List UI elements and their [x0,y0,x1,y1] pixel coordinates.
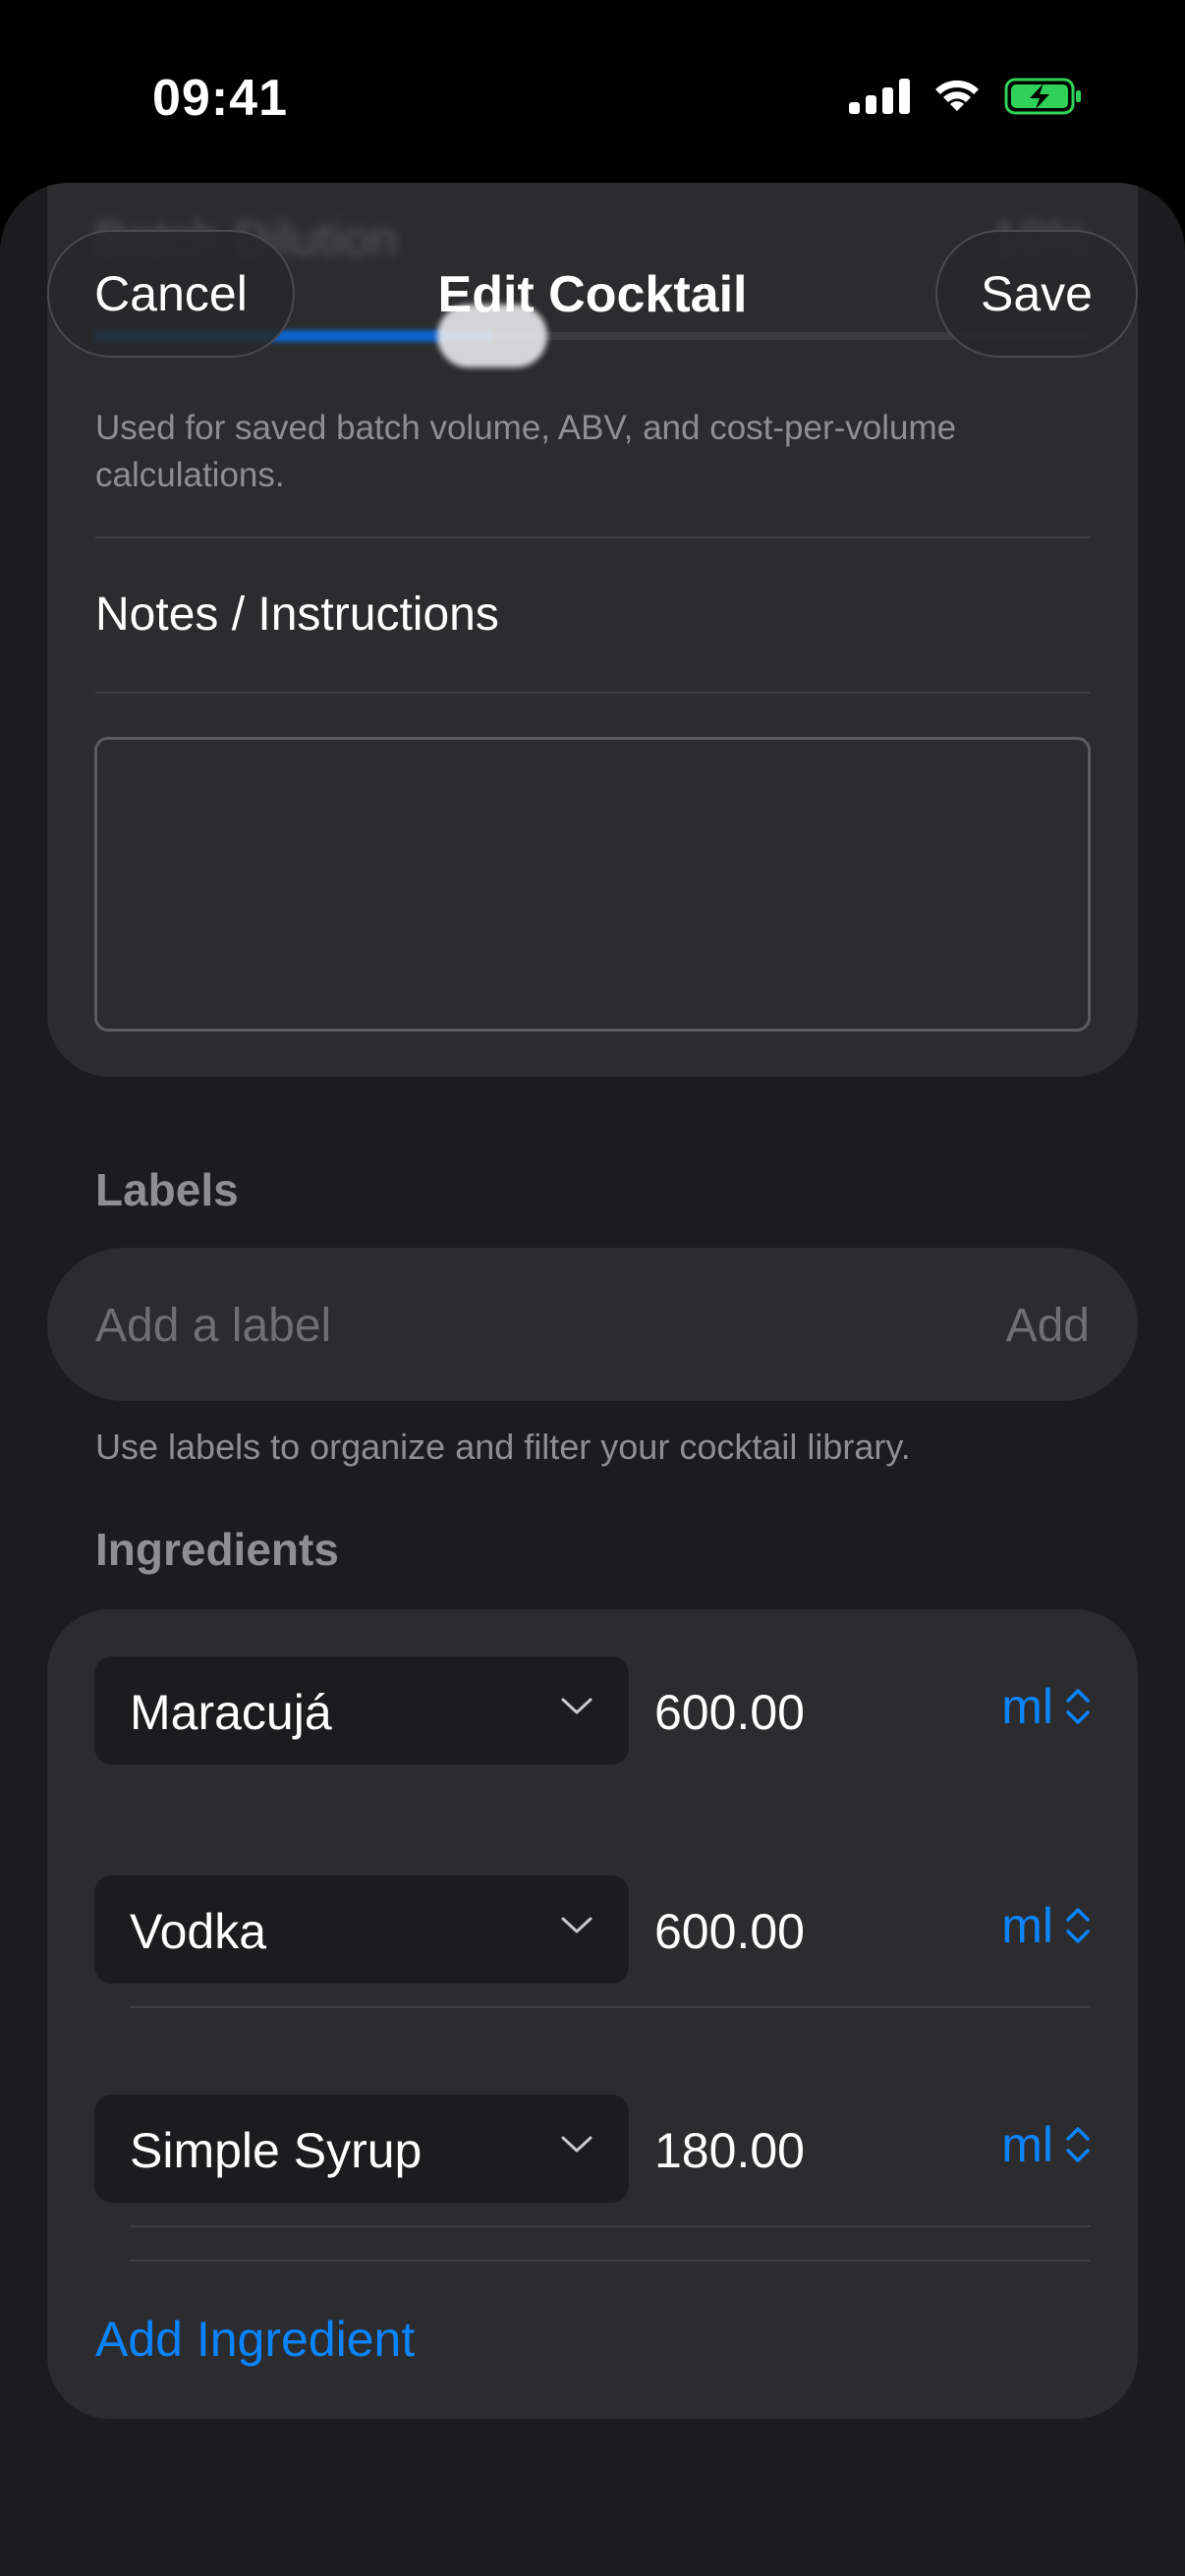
ingredients-header: Ingredients [95,1524,339,1575]
label-input-placeholder[interactable]: Add a label [95,1299,331,1353]
labels-header: Labels [95,1164,239,1215]
ingredient-amount-input[interactable]: 180.00 [654,2122,805,2179]
divider [130,2006,1091,2008]
ingredient-unit-label: ml [1001,1679,1053,1734]
wifi-icon [935,80,979,111]
chevron-down-icon [561,1698,592,1714]
add-ingredient-button[interactable]: Add Ingredient [95,2311,415,2368]
divider [130,2260,1091,2262]
ingredient-name: Vodka [130,1904,267,1959]
chevron-down-icon [561,2136,592,2153]
status-bar: 09:41 [0,0,1185,187]
ingredient-unit-picker[interactable]: ml [1001,2116,1091,2173]
label-input-field[interactable]: Add a label Add [47,1248,1138,1401]
up-down-chevron-icon [1066,2127,1090,2162]
ingredients-card: Maracujá 600.00 ml Vodka 600.00 ml Simpl… [47,1609,1138,2419]
ingredient-unit-picker[interactable]: ml [1001,1897,1091,1954]
chevron-down-icon [561,1917,592,1933]
ingredient-amount-input[interactable]: 600.00 [654,1903,805,1960]
save-button[interactable]: Save [935,230,1138,358]
ingredient-row: Maracujá 600.00 ml [47,1656,1138,1764]
divider [130,2225,1091,2227]
divider [95,692,1091,694]
labels-footnote: Use labels to organize and filter your c… [95,1427,911,1467]
ingredient-picker[interactable]: Simple Syrup [94,2095,629,2203]
up-down-chevron-icon [1066,1689,1090,1724]
ingredient-unit-picker[interactable]: ml [1001,1678,1091,1735]
ingredient-name: Maracujá [130,1685,332,1740]
ingredient-unit-label: ml [1001,2117,1053,2172]
notes-label: Notes / Instructions [95,588,499,641]
status-time: 09:41 [152,70,288,127]
ingredient-name: Simple Syrup [130,2123,423,2178]
up-down-chevron-icon [1066,1908,1090,1943]
add-label-button[interactable]: Add [1006,1299,1090,1353]
notes-textarea[interactable] [94,737,1091,1032]
batch-footnote: Used for saved batch volume, ABV, and co… [95,409,957,494]
ingredient-picker[interactable]: Vodka [94,1876,629,1984]
battery-charging-icon [1004,78,1081,115]
ingredient-unit-label: ml [1001,1898,1053,1953]
edit-cocktail-sheet: Batch Dilution 10% Cancel Edit Cocktail … [0,183,1185,2576]
ingredient-amount-input[interactable]: 600.00 [654,1684,805,1741]
divider [95,536,1091,538]
ingredient-picker[interactable]: Maracujá [94,1656,629,1764]
cellular-signal-icon [849,79,910,114]
ingredient-row: Vodka 600.00 ml [47,1876,1138,1984]
ingredient-row: Simple Syrup 180.00 ml [47,2095,1138,2203]
status-icons [849,77,1083,116]
